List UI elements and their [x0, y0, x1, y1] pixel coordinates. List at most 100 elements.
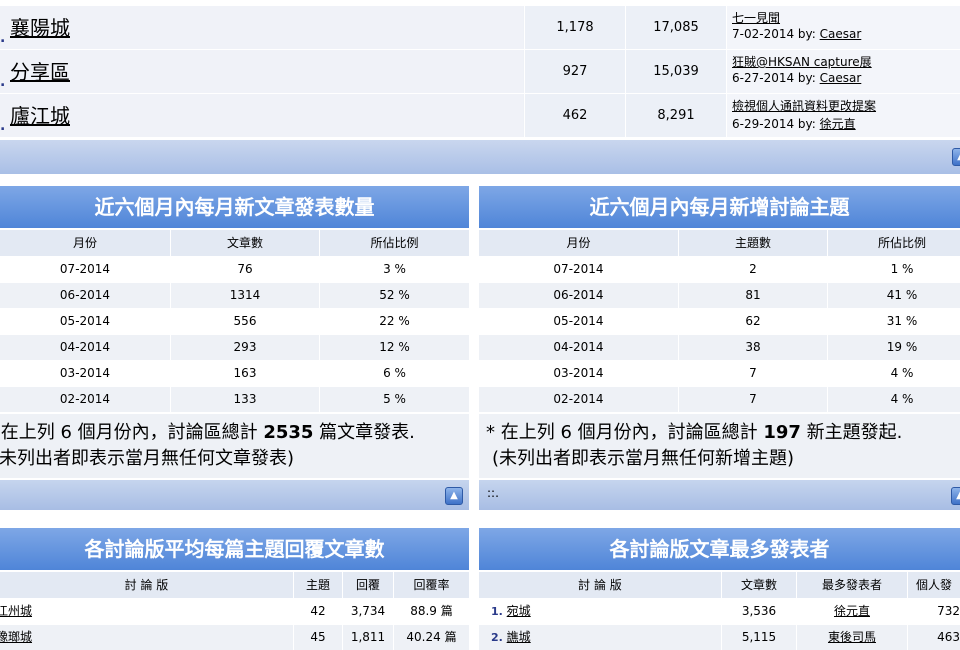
count-cell: 81 [679, 283, 827, 308]
percent-cell: 41 % [828, 283, 960, 308]
topic-count: 927 [524, 50, 625, 93]
last-post-cell: 檢視個人通訊資料更改提案 6-29-2014 by: 徐元直 [726, 94, 960, 137]
forum-link[interactable]: 江州城 [0, 604, 32, 618]
column-header: 最多發表者 [797, 572, 907, 598]
topics-cell: 45 [294, 625, 342, 650]
month-cell: 02-2014 [479, 387, 678, 412]
count-cell: 133 [171, 387, 319, 412]
month-cell: 05-2014 [479, 309, 678, 334]
count-cell: 2 [679, 257, 827, 282]
count-cell: 293 [171, 335, 319, 360]
panel-title: 近六個月內每月新文章發表數量 [0, 186, 469, 228]
rank-number: 2. [491, 631, 503, 644]
column-header: 文章數 [171, 230, 319, 256]
topic-count: 462 [524, 94, 625, 137]
forum-row: . 廬江城 462 8,291 檢視個人通訊資料更改提案 6-29-2014 b… [0, 94, 960, 138]
bullet-icon: . [0, 30, 6, 46]
count-cell: 7 [679, 361, 827, 386]
reply-rate-cell: 88.9 篇 [394, 599, 469, 624]
topics-cell: 42 [294, 599, 342, 624]
column-header: 主題 [294, 572, 342, 598]
column-header: 討 論 版 [479, 572, 721, 598]
month-cell: 07-2014 [0, 257, 170, 282]
last-post-link[interactable]: 狂賊@HKSAN capture展 [732, 53, 872, 70]
count-cell: 62 [679, 309, 827, 334]
count-cell: 163 [171, 361, 319, 386]
count-cell: 7 [679, 387, 827, 412]
column-header: 討 論 版 [0, 572, 293, 598]
forum-link[interactable]: 分享區 [10, 56, 70, 85]
forum-link[interactable]: 豫瑯城 [0, 630, 32, 644]
user-link[interactable]: 徐元直 [834, 604, 870, 618]
note-text: * 在上列 6 個月份內，討論區總計 [0, 422, 264, 443]
column-header: 個人發 [908, 572, 960, 598]
rank-number: 1. [491, 605, 503, 618]
user-link[interactable]: Caesar [820, 27, 862, 41]
percent-cell: 1 % [828, 257, 960, 282]
post-count-cell: 3,536 [722, 599, 796, 624]
note-text: 篇文章發表. [313, 422, 415, 443]
top-posters-panel: 各討論版文章最多發表者 討 論 版 文章數 最多發表者 個人發 1. 宛城 3,… [479, 528, 960, 650]
replies-per-topic-panel: 各討論版平均每篇主題回覆文章數 討 論 版 主題 回覆 回覆率 江州城 42 3… [0, 528, 469, 650]
forum-link[interactable]: 廬江城 [10, 100, 70, 129]
percent-cell: 22 % [320, 309, 469, 334]
count-cell: 556 [171, 309, 319, 334]
month-cell: 06-2014 [0, 283, 170, 308]
column-header: 月份 [479, 230, 678, 256]
month-cell: 07-2014 [479, 257, 678, 282]
month-cell: 03-2014 [479, 361, 678, 386]
panel-footer: ::. ▲ [479, 480, 960, 510]
percent-cell: 3 % [320, 257, 469, 282]
user-link[interactable]: 徐元直 [820, 117, 856, 131]
column-header: 所佔比例 [320, 230, 469, 256]
column-header: 回覆率 [394, 572, 469, 598]
post-count: 15,039 [625, 50, 726, 93]
summary-note-2: (未列出者即表示當月無任何文章發表) [0, 448, 295, 469]
column-header: 回覆 [343, 572, 393, 598]
percent-cell: 4 % [828, 361, 960, 386]
personal-count-cell: 463 [908, 625, 960, 650]
panel-title: 近六個月內每月新增討論主題 [479, 186, 960, 228]
note-total: 2535 [263, 422, 314, 443]
reply-rate-cell: 40.24 篇 [394, 625, 469, 650]
last-post-meta: 7-02-2014 by: Caesar [732, 27, 861, 41]
replies-cell: 1,811 [343, 625, 393, 650]
last-post-date: 6-27-2014 by: [732, 71, 816, 85]
user-link[interactable]: Caesar [820, 71, 862, 85]
up-arrow-icon[interactable]: ▲ [445, 487, 463, 505]
panel-footer: ▲ [0, 480, 469, 510]
percent-cell: 6 % [320, 361, 469, 386]
month-cell: 02-2014 [0, 387, 170, 412]
column-header: 所佔比例 [828, 230, 960, 256]
note-text: 新主題發起. [800, 422, 903, 443]
forum-link[interactable]: 譙城 [507, 630, 531, 644]
post-count-cell: 5,115 [722, 625, 796, 650]
replies-cell: 3,734 [343, 599, 393, 624]
up-arrow-icon[interactable]: ▲ [951, 487, 960, 505]
bullet-icon: . [0, 118, 6, 134]
personal-count-cell: 732 [908, 599, 960, 624]
up-arrow-icon[interactable]: ▲ [952, 148, 960, 166]
note-text: * 在上列 6 個月份內，討論區總計 [486, 422, 764, 443]
topics-per-month-panel: 近六個月內每月新增討論主題 月份 主題數 所佔比例 07-2014 2 1 % … [479, 186, 960, 511]
last-post-date: 6-29-2014 by: [732, 117, 816, 131]
month-cell: 04-2014 [0, 335, 170, 360]
month-cell: 05-2014 [0, 309, 170, 334]
note-total: 197 [763, 422, 801, 443]
column-header: 月份 [0, 230, 170, 256]
bullet-icon: . [0, 74, 6, 90]
percent-cell: 19 % [828, 335, 960, 360]
last-post-link[interactable]: 檢視個人通訊資料更改提案 [732, 97, 876, 114]
month-cell: 04-2014 [479, 335, 678, 360]
forum-link[interactable]: 襄陽城 [10, 12, 70, 41]
percent-cell: 52 % [320, 283, 469, 308]
last-post-link[interactable]: 七一見聞 [732, 9, 780, 26]
summary-note: * 在上列 6 個月份內，討論區總計 2535 篇文章發表. [0, 420, 415, 446]
summary-note-2: (未列出者即表示當月無任何新增主題) [492, 448, 795, 469]
posts-per-month-panel: 近六個月內每月新文章發表數量 月份 文章數 所佔比例 07-2014 76 3 … [0, 186, 469, 511]
footer-marker: ::. [487, 486, 499, 500]
topic-count: 1,178 [524, 6, 625, 49]
user-link[interactable]: 東後司馬 [828, 630, 876, 644]
count-cell: 38 [679, 335, 827, 360]
forum-link[interactable]: 宛城 [507, 604, 531, 618]
